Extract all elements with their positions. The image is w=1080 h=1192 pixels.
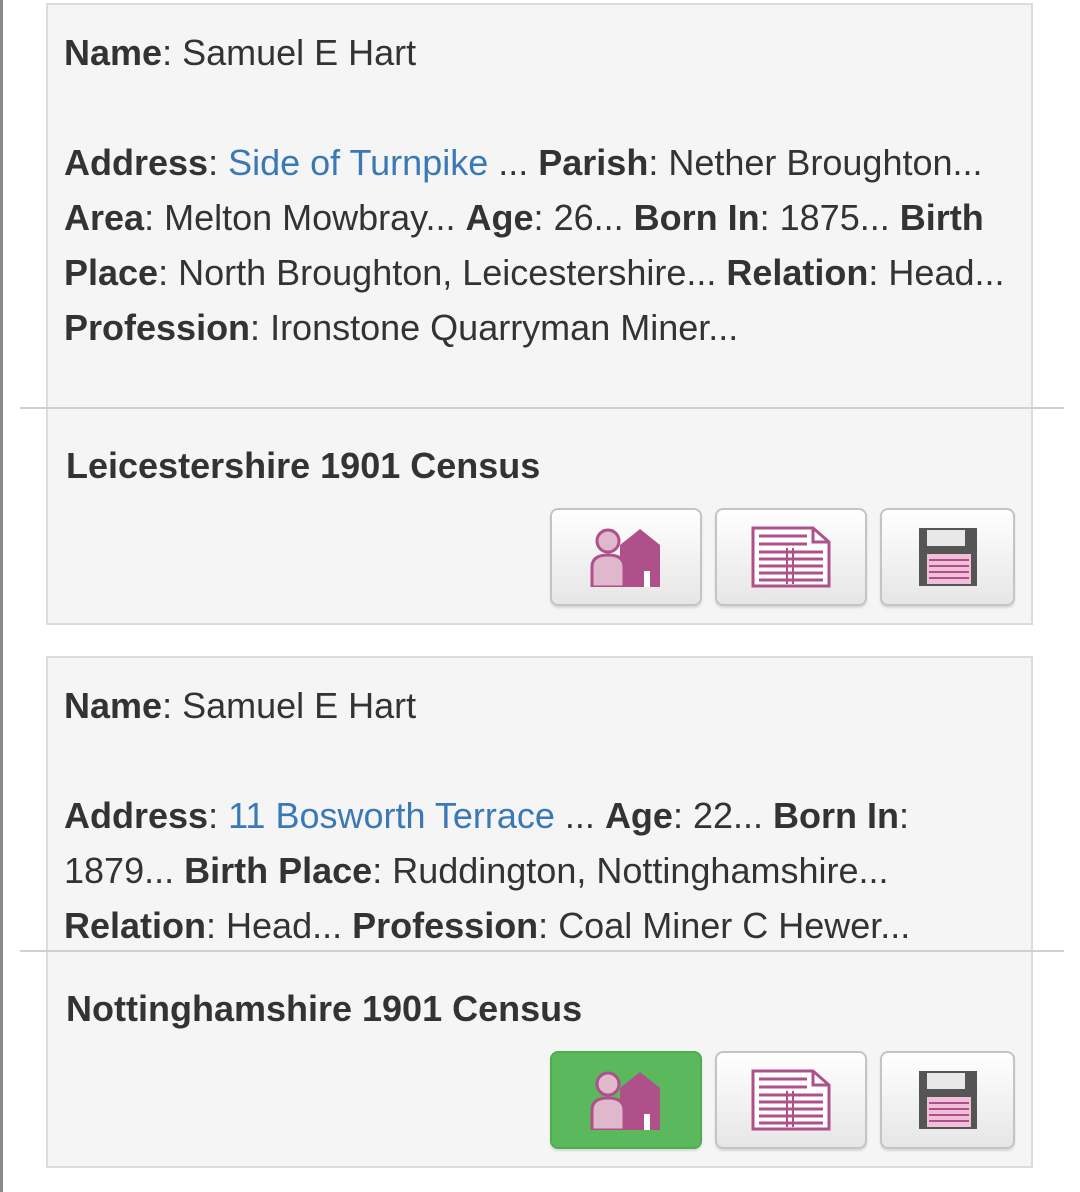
born-in-label: Born In: [773, 795, 900, 836]
census-record-card: Name: Samuel E Hart Address: 11 Bosworth…: [20, 656, 1064, 1168]
census-record-card: Name: Samuel E Hart Address: Side of Tur…: [20, 3, 1064, 625]
name-value: Samuel E Hart: [182, 32, 417, 73]
birth-place-label: Birth Place: [184, 850, 373, 891]
record-details: Address: Side of Turnpike ... Parish: Ne…: [64, 142, 1005, 348]
save-disk-icon: [918, 1071, 977, 1129]
address-link[interactable]: Side of Turnpike: [228, 142, 488, 183]
name-line: Name: Samuel E Hart: [64, 32, 417, 73]
born-in-label: Born In: [633, 197, 760, 238]
parish-label: Parish: [538, 142, 649, 183]
divider: [20, 407, 1064, 409]
parish-value: Nether Broughton...: [668, 142, 983, 183]
age-value: 22...: [692, 795, 764, 836]
census-source-title: Leicestershire 1901 Census: [66, 445, 541, 486]
census-page-icon: [751, 526, 831, 588]
view-household-button[interactable]: [550, 1051, 702, 1149]
census-page-icon: [751, 1069, 831, 1131]
address-label: Address: [64, 142, 209, 183]
name-line: Name: Samuel E Hart: [64, 685, 417, 726]
profession-value: Coal Miner C Hewer...: [558, 905, 911, 946]
save-record-button[interactable]: [880, 508, 1015, 606]
profession-label: Profession: [64, 307, 251, 348]
record-details: Address: 11 Bosworth Terrace ... Age: 22…: [64, 795, 911, 946]
record-actions: [550, 508, 1015, 606]
area-value: Melton Mowbray...: [164, 197, 456, 238]
birth-place-value: North Broughton, Leicestershire...: [178, 252, 717, 293]
name-value: Samuel E Hart: [182, 685, 417, 726]
family-house-icon: [590, 1071, 660, 1130]
save-record-button[interactable]: [880, 1051, 1015, 1149]
age-label: Age: [465, 197, 534, 238]
save-disk-icon: [918, 528, 977, 586]
relation-label: Relation: [64, 905, 207, 946]
area-label: Area: [64, 197, 145, 238]
relation-value: Head...: [888, 252, 1005, 293]
born-in-value: 1875...: [779, 197, 890, 238]
census-source-title: Nottinghamshire 1901 Census: [66, 988, 583, 1029]
name-label: Name: [64, 685, 163, 726]
address-label: Address: [64, 795, 209, 836]
record-actions: [550, 1051, 1015, 1149]
view-transcript-button[interactable]: [715, 508, 867, 606]
relation-label: Relation: [726, 252, 869, 293]
age-label: Age: [604, 795, 673, 836]
name-label: Name: [64, 32, 163, 73]
profession-value: Ironstone Quarryman Miner...: [270, 307, 739, 348]
born-in-value: 1879...: [64, 850, 175, 891]
page-edge: [0, 0, 3, 1192]
family-house-icon: [590, 528, 660, 587]
address-link[interactable]: 11 Bosworth Terrace: [228, 795, 555, 836]
divider: [20, 950, 1064, 952]
relation-value: Head...: [226, 905, 343, 946]
age-value: 26...: [553, 197, 624, 238]
birth-place-value: Ruddington, Nottinghamshire...: [392, 850, 889, 891]
view-household-button[interactable]: [550, 508, 702, 606]
profession-label: Profession: [352, 905, 539, 946]
view-transcript-button[interactable]: [715, 1051, 867, 1149]
